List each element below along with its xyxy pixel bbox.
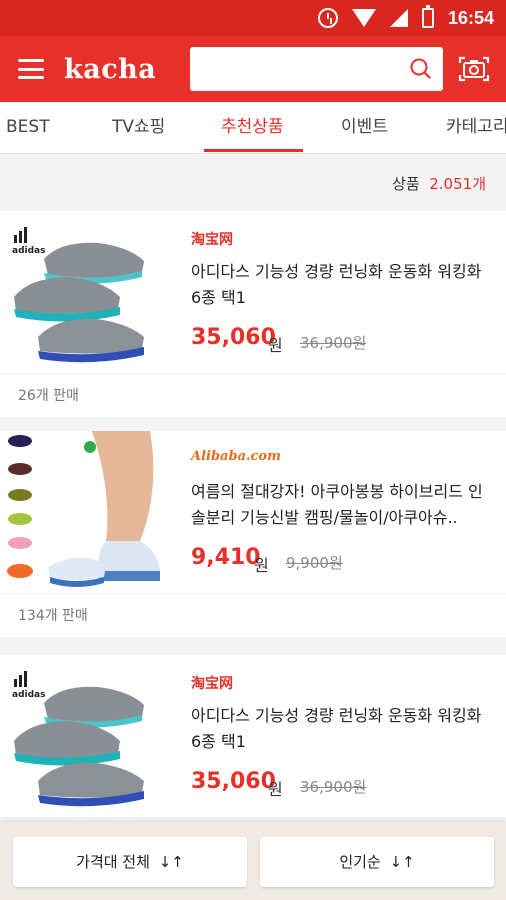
status-time: 16:54 — [447, 7, 494, 28]
search-box[interactable] — [190, 47, 443, 91]
sort-arrows-icon: ↓↑ — [158, 853, 184, 871]
shop-logo-taobao: 淘宝网 — [191, 232, 233, 248]
original-price: 36,900원 — [300, 334, 367, 352]
app-logo[interactable]: kacha — [64, 54, 156, 85]
wifi-icon — [351, 9, 376, 27]
price-currency: 원 — [268, 336, 283, 355]
popularity-sort-button[interactable]: 인기순 ↓↑ — [260, 837, 494, 887]
active-tab-indicator — [204, 149, 303, 152]
popularity-label: 인기순 — [339, 853, 381, 871]
product-title[interactable]: 아디다스 기능성 경량 런닝화 운동화 워킹화 6종 택1 — [191, 259, 486, 311]
signal-icon — [389, 9, 408, 27]
svg-text:adidas: adidas — [12, 690, 45, 700]
product-card[interactable]: adidas 淘宝网 아디다스 기능성 경량 런닝화 운동화 워킹화 6종 택1… — [0, 211, 506, 417]
product-image[interactable]: adidas — [0, 211, 160, 373]
price-range-filter-button[interactable]: 가격대 전체 ↓↑ — [13, 837, 247, 887]
product-price: 35,060 — [191, 769, 276, 794]
tab-tv-shopping[interactable]: TV쇼핑 — [112, 102, 165, 153]
product-image[interactable] — [0, 431, 160, 593]
camera-scan-icon[interactable] — [458, 54, 490, 84]
product-card[interactable]: adidas 淘宝网 아디다스 기능성 경량 런닝화 운동화 워킹화 6종 택1… — [0, 655, 506, 817]
tab-best[interactable]: BEST — [6, 102, 50, 153]
tab-event[interactable]: 이벤트 — [341, 102, 388, 153]
sort-arrows-icon: ↓↑ — [389, 853, 415, 871]
sold-count: 134개 판매 — [0, 593, 506, 637]
tab-recommended[interactable]: 추천상품 — [221, 102, 284, 153]
product-card[interactable]: Alibaba.com 여름의 절대강자! 아쿠아봉봉 하이브리드 인솔분리 기… — [0, 431, 506, 637]
product-count-bar: 상품 2.051개 — [0, 155, 506, 211]
category-tabs: BEST TV쇼핑 추천상품 이벤트 카테고리 — [0, 102, 506, 154]
shop-logo-taobao: 淘宝网 — [191, 676, 233, 692]
search-icon[interactable] — [409, 57, 431, 79]
shop-logo-alibaba: Alibaba.com — [191, 449, 281, 464]
count-label: 상품 — [392, 175, 420, 193]
price-range-label: 가격대 전체 — [76, 853, 150, 871]
sneakers-image: adidas — [12, 671, 144, 807]
price-currency: 원 — [268, 780, 283, 799]
app-header: kacha — [0, 36, 506, 102]
aqua-shoes-image — [0, 431, 160, 593]
count-value: 2.051개 — [429, 175, 486, 193]
battery-icon — [421, 5, 434, 28]
search-input[interactable] — [190, 47, 390, 91]
product-title[interactable]: 아디다스 기능성 경량 런닝화 운동화 워킹화 6종 택1 — [191, 703, 486, 755]
product-title[interactable]: 여름의 절대강자! 아쿠아봉봉 하이브리드 인솔분리 기능신발 캠핑/물놀이/아… — [191, 479, 486, 531]
product-price: 35,060 — [191, 325, 276, 350]
sort-bar: 가격대 전체 ↓↑ 인기순 ↓↑ — [0, 822, 506, 900]
status-bar: 16:54 — [0, 0, 506, 36]
tab-category[interactable]: 카테고리 — [446, 102, 506, 153]
price-currency: 원 — [254, 556, 269, 575]
svg-text:adidas: adidas — [12, 246, 45, 256]
product-count: 상품 2.051개 — [392, 173, 486, 194]
sold-count: 26개 판매 — [0, 373, 506, 417]
original-price: 9,900원 — [286, 554, 343, 572]
alarm-icon — [317, 8, 338, 28]
product-image[interactable]: adidas — [0, 655, 160, 817]
sneakers-image: adidas — [12, 227, 144, 363]
product-price: 9,410 — [191, 545, 261, 570]
original-price: 36,900원 — [300, 778, 367, 796]
menu-icon[interactable] — [18, 59, 44, 79]
